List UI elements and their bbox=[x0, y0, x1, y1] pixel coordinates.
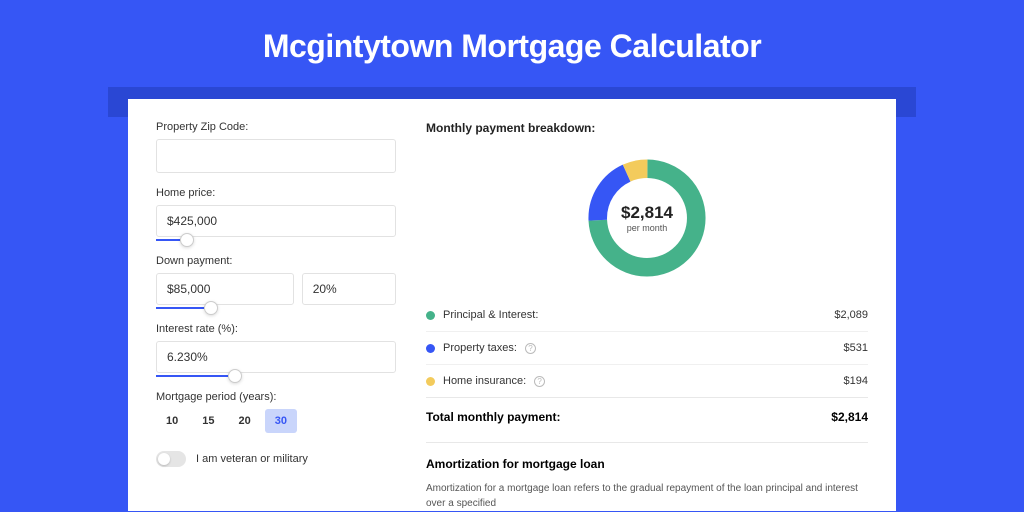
period-field: Mortgage period (years): 10 15 20 30 bbox=[156, 391, 396, 433]
total-value: $2,814 bbox=[831, 410, 868, 424]
down-payment-slider[interactable] bbox=[156, 307, 396, 309]
down-payment-field: Down payment: bbox=[156, 255, 396, 309]
donut-chart: $2,814 per month bbox=[582, 153, 712, 283]
zip-field: Property Zip Code: bbox=[156, 121, 396, 173]
legend-label: Home insurance: bbox=[443, 375, 526, 387]
interest-field: Interest rate (%): bbox=[156, 323, 396, 377]
info-icon[interactable]: ? bbox=[534, 376, 545, 387]
legend-insurance: Home insurance: ? $194 bbox=[426, 364, 868, 397]
zip-input[interactable] bbox=[156, 139, 396, 173]
interest-input[interactable] bbox=[156, 341, 396, 373]
home-price-field: Home price: bbox=[156, 187, 396, 241]
veteran-row: I am veteran or military bbox=[156, 451, 396, 467]
inputs-panel: Property Zip Code: Home price: Down paym… bbox=[156, 121, 396, 511]
total-row: Total monthly payment: $2,814 bbox=[426, 397, 868, 438]
home-price-input[interactable] bbox=[156, 205, 396, 237]
veteran-label: I am veteran or military bbox=[196, 453, 308, 465]
donut-center: $2,814 per month bbox=[621, 203, 673, 233]
slider-thumb[interactable] bbox=[180, 233, 194, 247]
page-title: Mcgintytown Mortgage Calculator bbox=[0, 0, 1024, 87]
donut-amount: $2,814 bbox=[621, 203, 673, 223]
down-payment-input[interactable] bbox=[156, 273, 294, 305]
home-price-slider[interactable] bbox=[156, 239, 396, 241]
total-label: Total monthly payment: bbox=[426, 410, 560, 424]
period-buttons: 10 15 20 30 bbox=[156, 409, 396, 433]
veteran-toggle[interactable] bbox=[156, 451, 186, 467]
slider-thumb[interactable] bbox=[228, 369, 242, 383]
legend-value: $531 bbox=[844, 342, 868, 354]
donut-chart-wrap: $2,814 per month bbox=[426, 149, 868, 299]
period-10[interactable]: 10 bbox=[156, 409, 188, 433]
interest-label: Interest rate (%): bbox=[156, 323, 396, 335]
legend-principal: Principal & Interest: $2,089 bbox=[426, 299, 868, 331]
dot-icon bbox=[426, 311, 435, 320]
period-30[interactable]: 30 bbox=[265, 409, 297, 433]
down-payment-pct-input[interactable] bbox=[302, 273, 396, 305]
period-20[interactable]: 20 bbox=[229, 409, 261, 433]
amortization-text: Amortization for a mortgage loan refers … bbox=[426, 481, 868, 511]
down-payment-label: Down payment: bbox=[156, 255, 396, 267]
breakdown-panel: Monthly payment breakdown: $2,814 per mo… bbox=[426, 121, 868, 511]
slider-thumb[interactable] bbox=[204, 301, 218, 315]
dot-icon bbox=[426, 377, 435, 386]
home-price-label: Home price: bbox=[156, 187, 396, 199]
dot-icon bbox=[426, 344, 435, 353]
legend-label: Principal & Interest: bbox=[443, 309, 538, 321]
info-icon[interactable]: ? bbox=[525, 343, 536, 354]
legend-value: $194 bbox=[844, 375, 868, 387]
calculator-card: Property Zip Code: Home price: Down paym… bbox=[128, 99, 896, 511]
amortization-section: Amortization for mortgage loan Amortizat… bbox=[426, 442, 868, 511]
legend-label: Property taxes: bbox=[443, 342, 517, 354]
period-15[interactable]: 15 bbox=[192, 409, 224, 433]
interest-slider[interactable] bbox=[156, 375, 396, 377]
zip-label: Property Zip Code: bbox=[156, 121, 396, 133]
amortization-title: Amortization for mortgage loan bbox=[426, 457, 868, 471]
legend-taxes: Property taxes: ? $531 bbox=[426, 331, 868, 364]
period-label: Mortgage period (years): bbox=[156, 391, 396, 403]
breakdown-title: Monthly payment breakdown: bbox=[426, 121, 868, 135]
donut-sub: per month bbox=[621, 223, 673, 233]
legend-value: $2,089 bbox=[834, 309, 868, 321]
